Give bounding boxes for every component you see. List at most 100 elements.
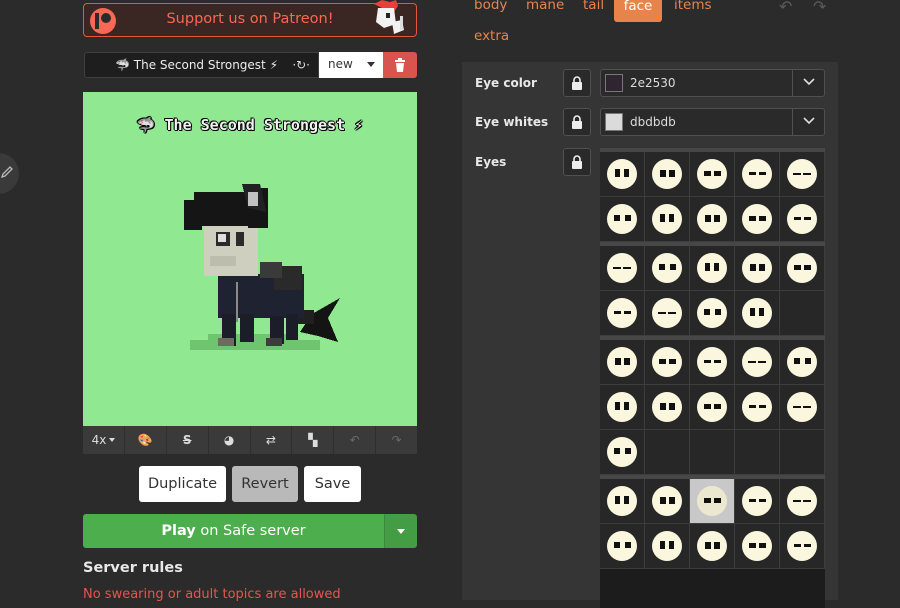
redo-icon[interactable]: ↷ bbox=[813, 0, 826, 16]
eye-preview-icon bbox=[742, 204, 772, 234]
character-select[interactable]: 🦈 The Second Strongest ⚡ ·↻· bbox=[84, 52, 319, 78]
eye-option[interactable] bbox=[600, 340, 645, 385]
eye-option[interactable] bbox=[600, 479, 645, 524]
tab-items[interactable]: items bbox=[674, 0, 712, 13]
eye-option[interactable] bbox=[645, 385, 690, 430]
tab-face[interactable]: face bbox=[614, 0, 662, 22]
eye-color-dropdown[interactable] bbox=[792, 70, 824, 96]
eye-shape bbox=[615, 496, 620, 504]
side-edit-tab[interactable] bbox=[0, 153, 19, 194]
new-character-select[interactable]: new bbox=[319, 52, 383, 78]
play-button[interactable]: Play on Safe server bbox=[83, 514, 384, 548]
play-label-rest: on Safe server bbox=[195, 523, 306, 539]
eye-whites-lock-button[interactable] bbox=[563, 108, 591, 136]
eye-option[interactable] bbox=[690, 385, 735, 430]
eye-option[interactable] bbox=[645, 479, 690, 524]
eye-option[interactable] bbox=[780, 246, 825, 291]
eye-group bbox=[600, 242, 825, 336]
trash-icon bbox=[395, 58, 405, 72]
eye-preview-icon bbox=[787, 347, 817, 377]
undo-button[interactable]: ↶ bbox=[334, 426, 377, 454]
eye-option[interactable] bbox=[735, 524, 780, 569]
strikethrough-button[interactable]: S bbox=[167, 426, 209, 454]
eye-whites-value: dbdbdb bbox=[630, 115, 676, 129]
eye-option[interactable] bbox=[645, 291, 690, 336]
zoom-button[interactable]: 4x bbox=[83, 426, 125, 454]
eye-option[interactable] bbox=[735, 197, 780, 242]
save-button[interactable]: Save bbox=[304, 466, 361, 502]
eye-whites-dropdown[interactable] bbox=[792, 109, 824, 135]
eye-option[interactable] bbox=[735, 291, 780, 336]
tab-tail[interactable]: tail bbox=[583, 0, 604, 13]
eye-option[interactable] bbox=[780, 340, 825, 385]
new-option-label: new bbox=[328, 57, 353, 71]
eye-preview-icon bbox=[787, 392, 817, 422]
eye-option[interactable] bbox=[780, 197, 825, 242]
eye-shape bbox=[660, 403, 666, 410]
eye-option[interactable] bbox=[690, 291, 735, 336]
delete-character-button[interactable] bbox=[383, 52, 417, 78]
eye-shape bbox=[794, 217, 801, 220]
eye-option[interactable] bbox=[780, 524, 825, 569]
eye-option[interactable] bbox=[690, 524, 735, 569]
eye-option[interactable] bbox=[645, 340, 690, 385]
eye-option[interactable] bbox=[735, 385, 780, 430]
eyes-lock-button[interactable] bbox=[563, 148, 591, 176]
revert-button[interactable]: Revert bbox=[232, 466, 298, 502]
eye-option[interactable] bbox=[735, 246, 780, 291]
eye-option[interactable] bbox=[780, 152, 825, 197]
eye-option[interactable] bbox=[690, 197, 735, 242]
undo-icon[interactable]: ↶ bbox=[779, 0, 792, 16]
eye-option[interactable] bbox=[600, 246, 645, 291]
grid-button[interactable]: ▚ bbox=[292, 426, 335, 454]
tab-mane[interactable]: mane bbox=[526, 0, 564, 13]
eye-option[interactable] bbox=[600, 152, 645, 197]
eye-shape bbox=[669, 359, 676, 364]
eye-option[interactable] bbox=[690, 340, 735, 385]
eye-shape bbox=[804, 217, 811, 220]
eye-shape bbox=[805, 358, 811, 364]
character-preview[interactable]: 🦈 The Second Strongest ⚡ bbox=[83, 92, 417, 426]
eye-shape bbox=[793, 406, 801, 408]
swap-button[interactable]: ⇄ bbox=[251, 426, 293, 454]
eye-option[interactable] bbox=[735, 340, 780, 385]
lock-icon bbox=[572, 115, 582, 129]
eye-option[interactable] bbox=[600, 524, 645, 569]
eye-shape bbox=[669, 541, 674, 549]
palette-alt-button[interactable]: ◕ bbox=[209, 426, 251, 454]
eye-whites-picker[interactable]: dbdbdb bbox=[600, 108, 825, 136]
eye-option[interactable] bbox=[600, 197, 645, 242]
tab-extra[interactable]: extra bbox=[474, 28, 509, 44]
eye-option[interactable] bbox=[645, 524, 690, 569]
eye-option[interactable] bbox=[645, 152, 690, 197]
duplicate-button[interactable]: Duplicate bbox=[139, 466, 226, 502]
eye-shape bbox=[625, 215, 631, 221]
eye-color-swatch bbox=[605, 74, 623, 92]
eye-preview-icon bbox=[787, 531, 817, 561]
eye-preview-icon bbox=[652, 204, 682, 234]
eye-option[interactable] bbox=[600, 430, 645, 475]
eye-color-picker[interactable]: 2e2530 bbox=[600, 69, 825, 97]
tab-body[interactable]: body bbox=[474, 0, 507, 13]
eyes-label: Eyes bbox=[475, 155, 507, 169]
eye-option[interactable] bbox=[735, 152, 780, 197]
patreon-banner[interactable]: Support us on Patreon! bbox=[83, 0, 417, 37]
eye-option[interactable] bbox=[600, 385, 645, 430]
eye-option[interactable] bbox=[690, 152, 735, 197]
eye-option[interactable] bbox=[600, 291, 645, 336]
eye-option[interactable] bbox=[690, 479, 735, 524]
eye-option[interactable] bbox=[780, 385, 825, 430]
eye-option[interactable] bbox=[780, 479, 825, 524]
eye-option[interactable] bbox=[645, 246, 690, 291]
eye-color-lock-button[interactable] bbox=[563, 69, 591, 97]
eye-option[interactable] bbox=[690, 246, 735, 291]
palette-button[interactable]: 🎨 bbox=[125, 426, 167, 454]
eye-shape bbox=[624, 402, 629, 410]
server-select-button[interactable] bbox=[384, 514, 417, 548]
eye-shape bbox=[714, 360, 721, 363]
redo-button[interactable]: ↷ bbox=[376, 426, 417, 454]
eye-shape bbox=[613, 267, 621, 269]
sync-icon: ·↻· bbox=[292, 58, 310, 72]
eye-option[interactable] bbox=[735, 479, 780, 524]
eye-option[interactable] bbox=[645, 197, 690, 242]
